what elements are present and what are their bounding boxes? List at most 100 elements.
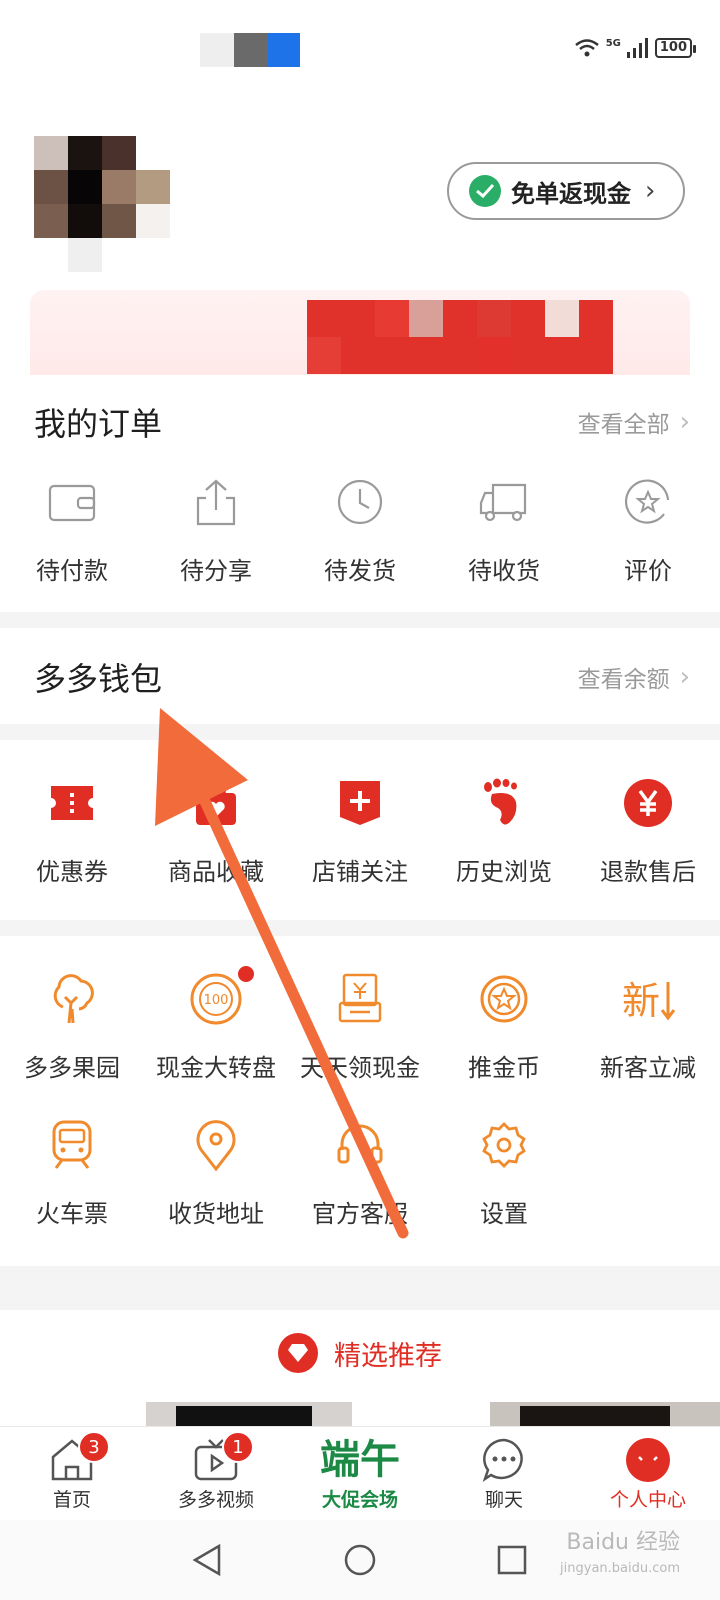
tool-label: 多多果园 — [24, 1054, 120, 1082]
coupon-entry[interactable]: 优惠券 — [0, 772, 144, 887]
wallet-title: 多多钱包 — [34, 660, 163, 698]
recommend-header: 精选推荐 — [0, 1310, 720, 1396]
order-status-label: 待收货 — [468, 557, 540, 585]
order-pending-payment[interactable]: 待付款 — [0, 471, 144, 586]
watermark-text: Baidu 经验 — [566, 1530, 680, 1555]
daily-cash-entry[interactable]: 天天领现金 — [288, 968, 432, 1083]
product-thumbnail — [176, 1406, 312, 1426]
blurred-time — [200, 33, 234, 67]
review-star-icon — [624, 471, 672, 533]
order-review[interactable]: 评价 — [576, 471, 720, 586]
order-pending-share[interactable]: 待分享 — [144, 471, 288, 586]
coupon-icon — [47, 772, 97, 834]
recommend-label: 精选推荐 — [334, 1340, 442, 1372]
cash-card-icon — [338, 968, 382, 1030]
tool-label: 推金币 — [468, 1054, 540, 1082]
history-entry[interactable]: 历史浏览 — [432, 772, 576, 887]
view-all-label: 查看全部 — [577, 412, 670, 438]
dragon-boat-logo: 端午 — [320, 1437, 400, 1483]
recommend-thumbnails[interactable] — [0, 1396, 720, 1426]
nav-chat[interactable]: 聊天 — [432, 1427, 576, 1520]
avatar[interactable] — [34, 136, 170, 272]
address-entry[interactable]: 收货地址 — [144, 1114, 288, 1229]
wallet-icon — [48, 471, 96, 533]
svg-text:新: 新 — [622, 979, 660, 1023]
svg-text:100: 100 — [204, 993, 229, 1008]
service-label: 商品收藏 — [168, 858, 264, 886]
nav-label: 大促会场 — [321, 1489, 398, 1511]
nav-label: 首页 — [52, 1489, 91, 1511]
nav-home[interactable]: 3 首页 — [0, 1427, 144, 1520]
profile-page: 5G 100 免单返现金 › 我的订单 查看全部 › 待付款 待分享 待发货 待… — [0, 0, 720, 1600]
order-pending-receipt[interactable]: 待收货 — [432, 471, 576, 586]
tool-label: 设置 — [480, 1200, 528, 1228]
nav-profile[interactable]: 个人中心 — [576, 1427, 720, 1520]
train-ticket-entry[interactable]: 火车票 — [0, 1114, 144, 1229]
customer-service-entry[interactable]: 官方客服 — [288, 1114, 432, 1229]
tool-label: 新客立减 — [600, 1054, 696, 1082]
nav-video[interactable]: 1 多多视频 — [144, 1427, 288, 1520]
service-label: 退款售后 — [600, 858, 696, 886]
service-label: 店铺关注 — [312, 858, 408, 886]
blurred-banner-content — [307, 300, 613, 374]
orchard-entry[interactable]: 多多果园 — [0, 968, 144, 1083]
orders-section: 我的订单 查看全部 › 待付款 待分享 待发货 待收货 评价 — [0, 375, 720, 612]
settings-entry[interactable]: 设置 — [432, 1114, 576, 1229]
notification-badge: 3 — [78, 1431, 110, 1463]
cash-wheel-entry[interactable]: 100 现金大转盘 — [144, 966, 288, 1083]
notification-badge: 1 — [222, 1431, 254, 1463]
wallet-section[interactable]: 多多钱包 查看余额 › — [0, 628, 720, 724]
free-cashback-label: 免单返现金 — [511, 179, 631, 208]
home-circle-icon[interactable] — [343, 1543, 377, 1577]
new-discount-icon: 新 — [620, 968, 676, 1030]
clock-icon — [336, 471, 384, 533]
refund-yen-icon — [623, 772, 673, 834]
push-coin-entry[interactable]: 推金币 — [432, 968, 576, 1083]
favorites-entry[interactable]: 商品收藏 — [144, 772, 288, 887]
favorite-bag-icon — [194, 772, 238, 834]
free-cashback-button[interactable]: 免单返现金 › — [447, 162, 685, 220]
recents-icon[interactable] — [495, 1543, 529, 1577]
store-follow-entry[interactable]: 店铺关注 — [288, 772, 432, 887]
view-balance-link[interactable]: 查看余额 › — [578, 660, 690, 694]
chevron-right-icon: › — [679, 407, 690, 437]
coin-icon — [479, 968, 529, 1030]
services-row: 优惠券 商品收藏 店铺关注 历史浏览 退款售后 — [0, 772, 720, 887]
tools-section: 多多果园 100 现金大转盘 天天领现金 推金币 新 新客立减 火车票 收货地址… — [0, 936, 720, 1266]
location-icon — [194, 1114, 238, 1176]
gear-icon — [480, 1114, 528, 1176]
headset-icon — [336, 1114, 384, 1176]
order-status-label: 待发货 — [324, 557, 396, 585]
status-icons: 5G 100 — [574, 38, 697, 58]
refund-entry[interactable]: 退款售后 — [576, 772, 720, 887]
network-label: 5G — [605, 38, 621, 49]
product-thumbnail — [520, 1406, 670, 1426]
view-balance-label: 查看余额 — [577, 667, 670, 693]
orders-title: 我的订单 — [34, 405, 163, 443]
tree-icon — [47, 968, 97, 1030]
tools-row-1: 多多果园 100 现金大转盘 天天领现金 推金币 新 新客立减 — [0, 966, 720, 1083]
blurred-time — [234, 33, 268, 67]
profile-face-icon — [626, 1438, 670, 1482]
signal-icon — [626, 38, 648, 58]
new-customer-discount-entry[interactable]: 新 新客立减 — [576, 968, 720, 1083]
wheel-icon: 100 — [189, 968, 243, 1030]
store-plus-icon — [338, 772, 382, 834]
chevron-right-icon: › — [645, 176, 656, 206]
service-label: 历史浏览 — [456, 858, 552, 886]
view-all-orders-link[interactable]: 查看全部 › — [578, 405, 690, 439]
wechat-icon — [469, 175, 501, 207]
footprint-icon — [482, 772, 526, 834]
watermark-url: jingyan.baidu.com — [560, 1561, 680, 1576]
service-label: 优惠券 — [36, 858, 108, 886]
nav-label: 个人中心 — [609, 1489, 686, 1511]
tool-label: 收货地址 — [168, 1200, 264, 1228]
wifi-icon — [574, 39, 599, 57]
order-pending-shipment[interactable]: 待发货 — [288, 471, 432, 586]
nav-promo[interactable]: 端午 大促会场 — [288, 1427, 432, 1520]
tools-row-2: 火车票 收货地址 官方客服 设置 — [0, 1114, 720, 1229]
back-icon[interactable] — [191, 1543, 225, 1577]
tool-label: 天天领现金 — [300, 1054, 420, 1082]
nav-label: 多多视频 — [177, 1489, 254, 1511]
diamond-heart-icon — [278, 1333, 318, 1373]
